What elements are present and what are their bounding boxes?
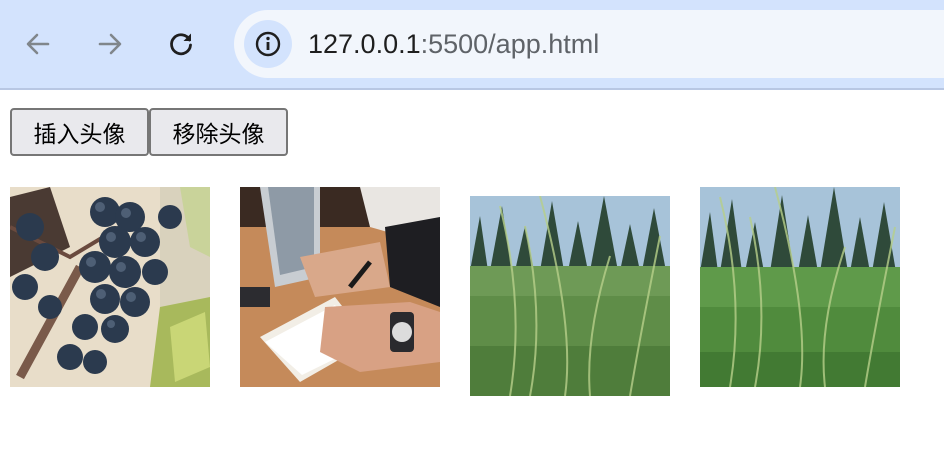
avatar-image-writing xyxy=(240,187,440,387)
reload-icon xyxy=(170,33,192,56)
url-text[interactable]: 127.0.0.1:5500/app.html xyxy=(308,28,599,60)
site-info-button[interactable] xyxy=(244,20,292,68)
reload-button[interactable] xyxy=(159,22,203,66)
avatar-image-grass xyxy=(700,187,900,387)
info-icon xyxy=(255,31,281,57)
address-bar[interactable]: 127.0.0.1:5500/app.html xyxy=(234,10,944,78)
insert-avatar-button[interactable]: 插入头像 xyxy=(10,108,149,156)
remove-avatar-button[interactable]: 移除头像 xyxy=(149,108,288,156)
forward-button[interactable] xyxy=(88,22,132,66)
back-button[interactable] xyxy=(16,22,60,66)
url-path: :5500/app.html xyxy=(420,29,600,59)
arrow-right-icon xyxy=(98,33,122,55)
url-host: 127.0.0.1 xyxy=(308,29,421,59)
avatar-image-grass xyxy=(470,196,670,396)
arrow-left-icon xyxy=(26,33,50,55)
browser-toolbar: 127.0.0.1:5500/app.html xyxy=(0,0,944,90)
avatar-image-grapes xyxy=(10,187,210,387)
button-row: 插入头像 移除头像 xyxy=(10,108,288,156)
